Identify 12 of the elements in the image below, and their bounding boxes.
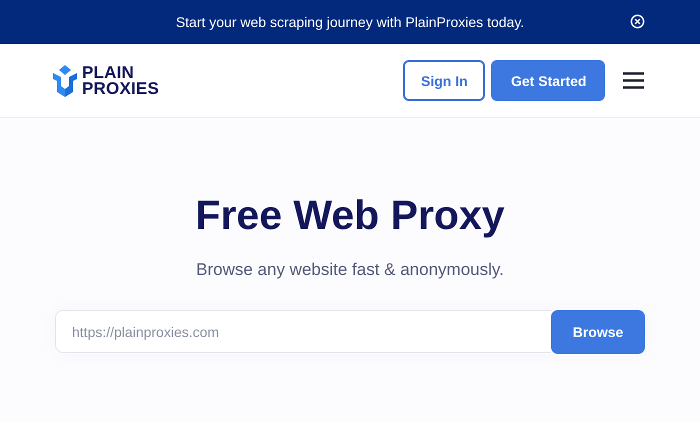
browse-button[interactable]: Browse bbox=[551, 310, 645, 354]
subtitle: Browse any website fast & anonymously. bbox=[196, 260, 504, 280]
get-started-button[interactable]: Get Started bbox=[491, 60, 605, 101]
logo-text: PLAIN bbox=[82, 64, 135, 80]
menu-icon[interactable] bbox=[623, 72, 644, 89]
page-title: Free Web Proxy bbox=[195, 191, 505, 240]
banner-text: Start your web scraping journey with PlainProxies today. bbox=[176, 14, 524, 30]
logo-text: PROXIES bbox=[82, 80, 159, 96]
logo-icon bbox=[53, 64, 77, 96]
url-field[interactable]: https://plainproxies.com bbox=[55, 310, 551, 353]
sign-in-button[interactable]: Sign In bbox=[403, 60, 485, 101]
close-icon[interactable] bbox=[630, 14, 645, 29]
